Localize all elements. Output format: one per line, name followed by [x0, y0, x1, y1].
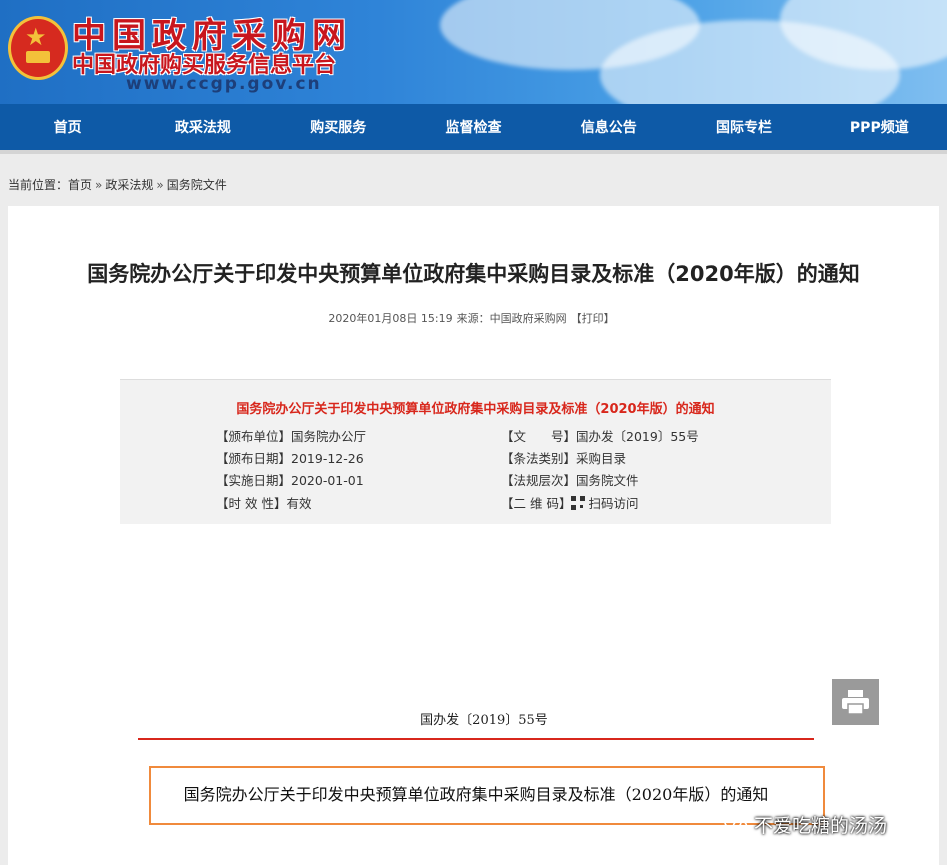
breadcrumb-state-council-docs[interactable]: 国务院文件 [167, 178, 227, 192]
main-nav: 首页 政采法规 购买服务 监督检查 信息公告 国际专栏 PPP频道 [0, 104, 947, 154]
info-value: 国务院文件 [576, 473, 639, 488]
info-row-doc-number: 【文 号】国办发〔2019〕55号 [501, 426, 699, 445]
info-value: 2020-01-01 [291, 473, 364, 488]
watermark-text: 不爱吃糖的汤汤 [754, 815, 888, 837]
nav-item-supervision[interactable]: 监督检查 [406, 117, 541, 137]
article-source: 来源：中国政府采购网 [456, 312, 567, 325]
breadcrumb-separator: » [156, 178, 164, 192]
info-label: 【时 效 性】 [216, 496, 287, 511]
article-meta: 2020年01月08日 15:19 来源：中国政府采购网 【打印】 [8, 310, 939, 326]
nav-item-international[interactable]: 国际专栏 [676, 117, 811, 137]
article-datetime: 2020年01月08日 15:19 [328, 312, 453, 325]
info-box-title: 国务院办公厅关于印发中央预算单位政府集中采购目录及标准（2020年版）的通知 [236, 402, 715, 417]
info-label: 【法规层次】 [501, 473, 577, 488]
nav-item-announcements[interactable]: 信息公告 [541, 117, 676, 137]
nav-item-home[interactable]: 首页 [0, 117, 135, 137]
info-row-effective-date: 【实施日期】2020-01-01 [216, 470, 364, 489]
info-row-validity: 【时 效 性】有效 [216, 493, 311, 512]
info-row-issue-date: 【颁布日期】2019-12-26 [216, 448, 364, 467]
red-divider [138, 738, 814, 740]
info-value: 国务院办公厅 [291, 429, 367, 444]
info-label: 【条法类别】 [501, 451, 577, 466]
info-value: 有效 [286, 496, 312, 511]
info-value: 采购目录 [576, 451, 627, 466]
article-panel: 国务院办公厅关于印发中央预算单位政府集中采购目录及标准（2020年版）的通知 2… [8, 206, 939, 865]
info-label: 【实施日期】 [216, 473, 292, 488]
national-emblem-icon: ★ [8, 16, 68, 80]
breadcrumb-separator: » [95, 178, 103, 192]
print-link[interactable]: 【打印】 [571, 312, 615, 325]
wechat-icon [724, 814, 748, 833]
nav-item-purchase-services[interactable]: 购买服务 [271, 117, 406, 137]
document-number: 国办发〔2019〕55号 [420, 713, 548, 728]
info-row-qrcode: 【二 维 码】 扫码访问 [501, 493, 638, 512]
breadcrumb-regulations[interactable]: 政采法规 [105, 178, 153, 192]
info-label: 【文 号】 [501, 429, 577, 444]
qr-code-icon[interactable] [571, 496, 586, 510]
info-row-category: 【条法类别】采购目录 [501, 448, 626, 467]
page-title: 国务院办公厅关于印发中央预算单位政府集中采购目录及标准（2020年版）的通知 [87, 262, 860, 286]
site-url[interactable]: www.ccgp.gov.cn [126, 74, 322, 94]
breadcrumb-home[interactable]: 首页 [68, 178, 92, 192]
nav-item-regulations[interactable]: 政采法规 [135, 117, 270, 137]
regulation-info-box: 国务院办公厅关于印发中央预算单位政府集中采购目录及标准（2020年版）的通知 【… [120, 379, 831, 524]
info-label: 【二 维 码】 [501, 496, 572, 511]
breadcrumb-prefix: 当前位置： [8, 178, 69, 192]
info-label: 【颁布日期】 [216, 451, 292, 466]
nav-item-ppp[interactable]: PPP频道 [812, 117, 947, 137]
info-row-issuer: 【颁布单位】国务院办公厅 [216, 426, 366, 445]
info-value: 国办发〔2019〕55号 [576, 429, 699, 444]
info-row-level: 【法规层次】国务院文件 [501, 470, 639, 489]
info-label: 【颁布单位】 [216, 429, 292, 444]
breadcrumb: 当前位置：首页» 政采法规» 国务院文件 [8, 176, 227, 193]
site-banner: ★ 中国政府采购网 中国政府购买服务信息平台 www.ccgp.gov.cn [0, 0, 947, 104]
info-value: 2019-12-26 [291, 451, 364, 466]
scan-visit-link[interactable]: 扫码访问 [588, 496, 638, 511]
